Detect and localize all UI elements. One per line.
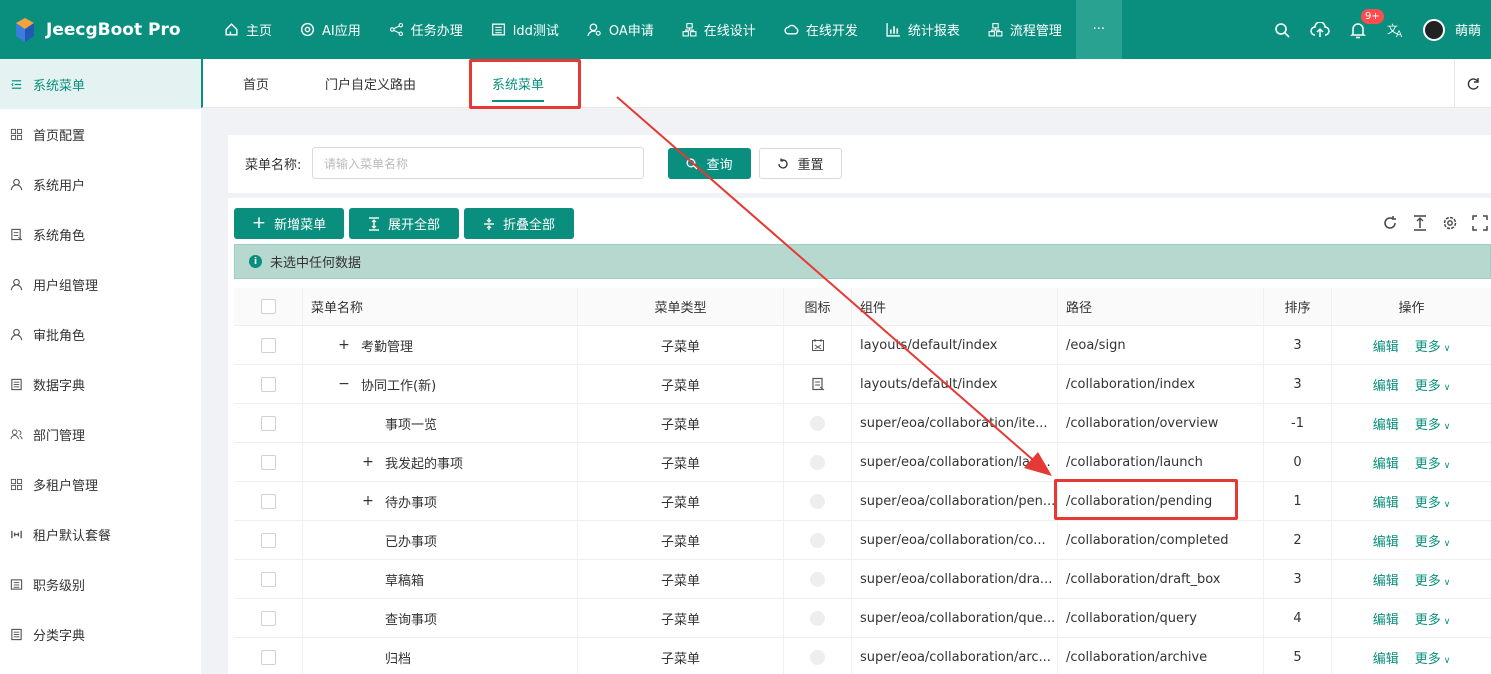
annotation-arrow — [616, 96, 1052, 476]
